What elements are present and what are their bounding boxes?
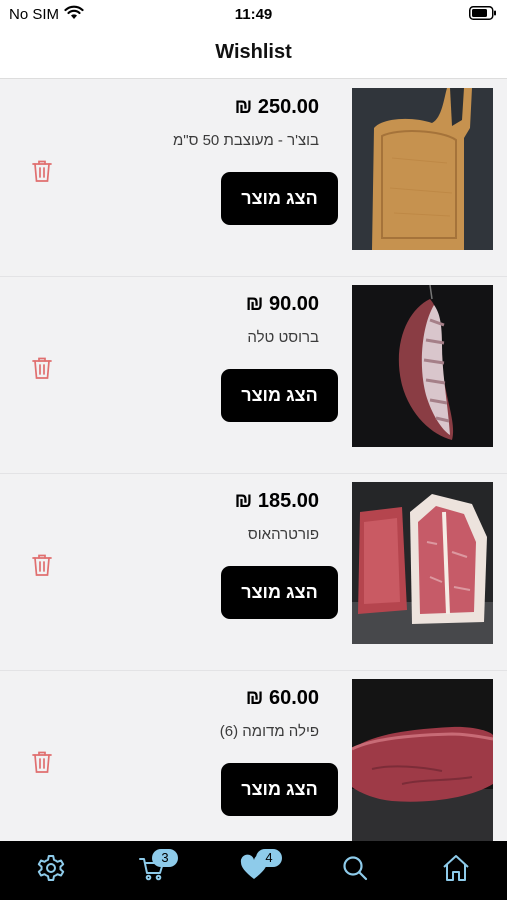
search-icon <box>340 853 370 888</box>
wishlist-item: ₪ 60.00 פילה מדומה (6) הצג מוצר <box>0 671 507 841</box>
tab-wishlist[interactable]: 4 <box>224 841 284 900</box>
tab-search[interactable] <box>325 841 385 900</box>
clock: 11:49 <box>234 6 273 23</box>
product-price: ₪ 90.00 <box>245 293 319 315</box>
tab-cart[interactable]: 3 <box>122 841 182 900</box>
product-image-lamb-rack[interactable] <box>352 285 493 447</box>
battery-icon <box>469 6 497 25</box>
product-name: בוצ'ר - מעוצבת 50 ס"מ <box>172 132 319 149</box>
product-price: ₪ 250.00 <box>234 96 319 118</box>
product-name: ברוסט טלה <box>247 329 319 346</box>
trash-icon[interactable] <box>31 159 53 183</box>
view-product-button[interactable]: הצג מוצר <box>221 369 338 422</box>
wishlist-item: ₪ 90.00 ברוסט טלה הצג מוצר <box>0 277 507 474</box>
product-image-cutting-board[interactable] <box>352 88 493 250</box>
product-name: פורטרהאוס <box>247 526 319 543</box>
home-icon <box>441 853 471 888</box>
trash-icon[interactable] <box>31 750 53 774</box>
wishlist-list[interactable]: ₪ 250.00 בוצ'ר - מעוצבת 50 ס"מ הצג מוצר … <box>0 80 507 841</box>
trash-icon[interactable] <box>31 553 53 577</box>
page-title: Wishlist <box>215 41 292 63</box>
product-price: ₪ 60.00 <box>245 687 319 709</box>
tab-home[interactable] <box>426 841 486 900</box>
wishlist-item: ₪ 185.00 פורטרהאוס הצג מוצר <box>0 474 507 671</box>
view-product-button[interactable]: הצג מוצר <box>221 763 338 816</box>
trash-icon[interactable] <box>31 356 53 380</box>
gear-icon <box>36 853 66 888</box>
product-image-porterhouse[interactable] <box>352 482 493 644</box>
nav-header: Wishlist <box>0 28 507 79</box>
status-bar: No SIM 11:49 <box>0 0 507 28</box>
view-product-button[interactable]: הצג מוצר <box>221 172 338 225</box>
view-product-button[interactable]: הצג מוצר <box>221 566 338 619</box>
product-image-beef-fillet[interactable] <box>352 679 493 841</box>
cart-count-badge: 3 <box>152 849 178 867</box>
wishlist-item: ₪ 250.00 בוצ'ר - מעוצבת 50 ס"מ הצג מוצר <box>0 80 507 277</box>
product-price: ₪ 185.00 <box>234 490 319 512</box>
tab-settings[interactable] <box>21 841 81 900</box>
tab-bar: 3 4 <box>0 841 507 900</box>
wishlist-count-badge: 4 <box>256 849 282 867</box>
product-name: פילה מדומה (6) <box>219 723 319 740</box>
